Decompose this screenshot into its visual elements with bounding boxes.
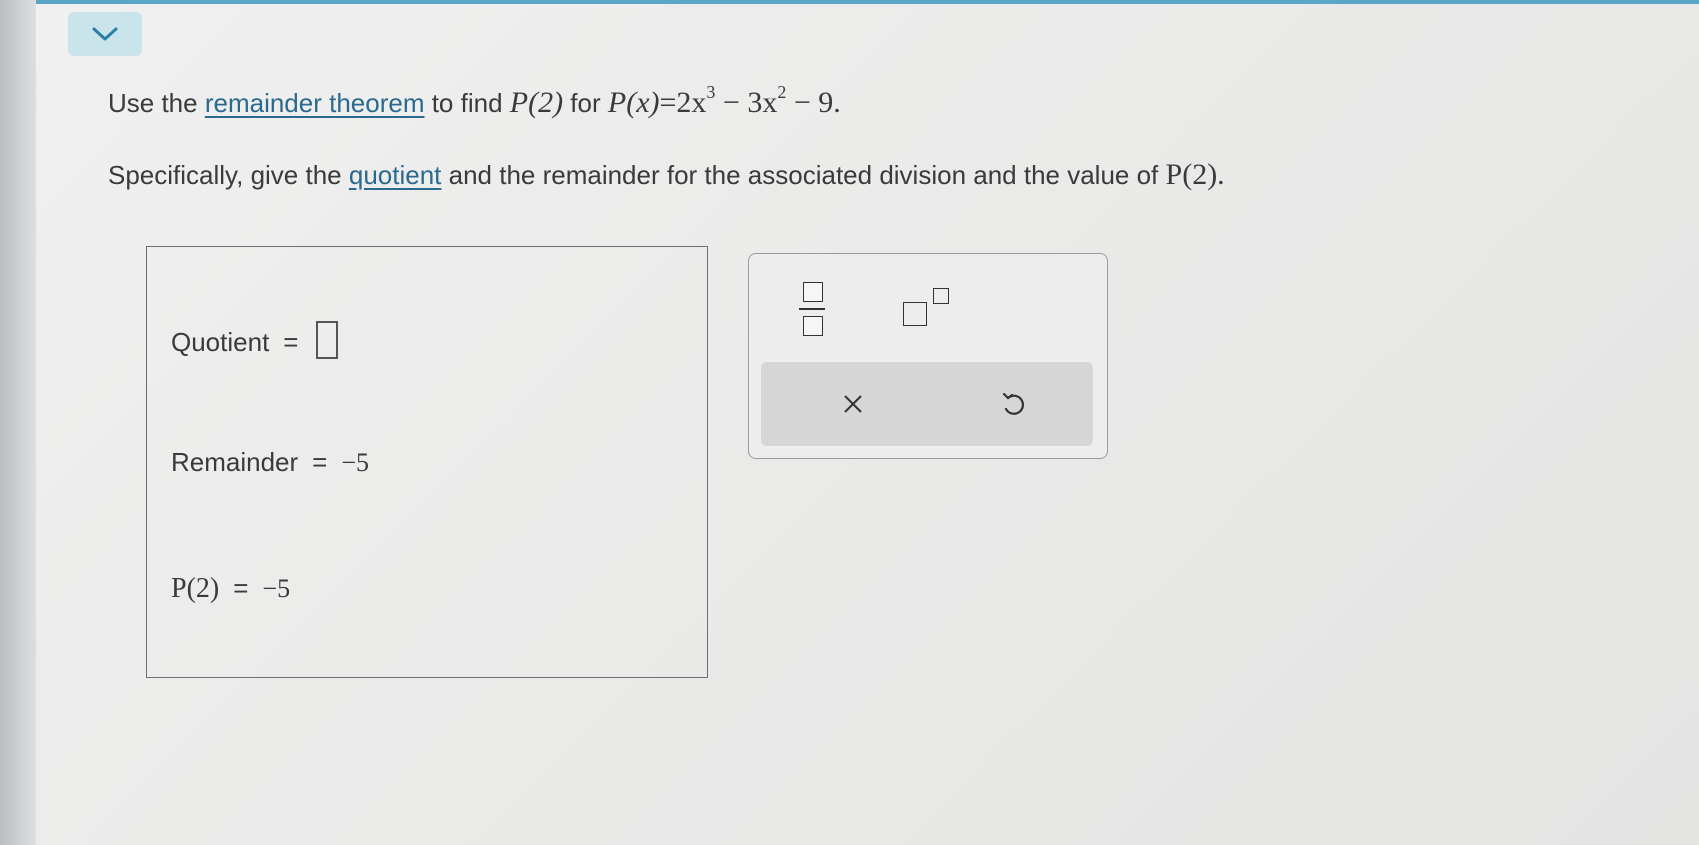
question-text: Use the bbox=[108, 88, 205, 118]
question-text: Specifically, give the bbox=[108, 160, 349, 190]
remainder-row: Remainder = −5 bbox=[171, 447, 369, 478]
remainder-label: Remainder bbox=[171, 447, 299, 477]
keypad-action-bar bbox=[761, 362, 1093, 446]
exponent-button[interactable] bbox=[903, 282, 953, 328]
math-keypad bbox=[748, 253, 1108, 459]
question-line-1: Use the remainder theorem to find P(2) f… bbox=[108, 82, 841, 120]
undo-icon bbox=[1002, 392, 1024, 415]
remainder-theorem-link[interactable]: remainder theorem bbox=[205, 88, 425, 118]
equals-sign: = bbox=[283, 327, 299, 357]
remainder-input[interactable]: −5 bbox=[341, 448, 369, 477]
answer-panel: Quotient = Remainder = −5 P(2) = −5 bbox=[146, 246, 708, 678]
quotient-label: Quotient bbox=[171, 327, 270, 357]
question-line-2: Specifically, give the quotient and the … bbox=[108, 158, 1225, 192]
collapse-button[interactable] bbox=[68, 12, 142, 56]
fraction-button[interactable] bbox=[799, 280, 825, 336]
clear-button[interactable] bbox=[831, 382, 875, 426]
undo-button[interactable] bbox=[991, 382, 1035, 426]
equals-sign: = bbox=[312, 447, 328, 477]
target-expression: P(2) bbox=[509, 86, 564, 119]
left-rail bbox=[0, 0, 36, 845]
p2-input[interactable]: −5 bbox=[262, 574, 290, 603]
quotient-row: Quotient = bbox=[171, 321, 339, 359]
p2-label: P(2) bbox=[171, 573, 220, 604]
quotient-link[interactable]: quotient bbox=[349, 160, 442, 190]
quotient-input[interactable] bbox=[316, 321, 339, 359]
question-text: for bbox=[563, 88, 608, 118]
question-text: to find bbox=[424, 88, 510, 118]
question-text: and the remainder for the associated div… bbox=[441, 160, 1166, 190]
equals-sign: = bbox=[233, 573, 249, 603]
chevron-down-icon bbox=[92, 27, 118, 41]
p2-row: P(2) = −5 bbox=[171, 573, 290, 605]
top-accent-bar bbox=[36, 0, 1699, 4]
target-expression: P(2). bbox=[1165, 158, 1225, 191]
polynomial-expression: P(x)=2x3 − 3x2 − 9. bbox=[607, 82, 841, 119]
clear-x-icon bbox=[844, 395, 862, 413]
